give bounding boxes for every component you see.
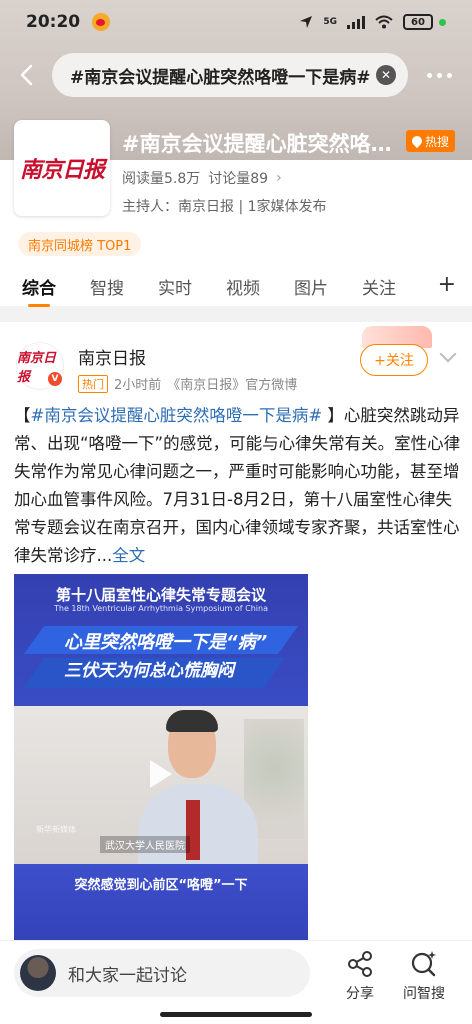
hot-tag: 热门	[78, 374, 108, 393]
hot-pin-icon	[409, 133, 425, 149]
section-divider	[0, 312, 472, 322]
video-subtitle-en: The 18th Ventricular Arrhythmia Symposiu…	[54, 604, 268, 613]
back-arrow-icon	[20, 64, 33, 86]
chevron-right-icon: ›	[276, 170, 282, 186]
post-meta: 热门 2小时前 《南京日报》官方微博	[78, 374, 297, 393]
home-indicator[interactable]	[160, 1012, 312, 1017]
more-options-button[interactable]	[427, 72, 452, 78]
status-time: 20:20	[26, 12, 81, 32]
signal-icon	[347, 15, 365, 29]
video-thumbnail[interactable]: 第十八届室性心律失常专题会议 The 18th Ventricular Arrh…	[14, 574, 308, 944]
video-caption: 突然感觉到心前区“咯噔”一下	[74, 878, 248, 893]
weibo-notification-icon	[92, 13, 111, 31]
post-time: 2小时前	[114, 378, 162, 393]
tab-following[interactable]: 关注	[362, 274, 396, 299]
tab-video[interactable]: 视频	[226, 274, 260, 299]
tab-comprehensive[interactable]: 综合	[22, 274, 56, 307]
topic-stats[interactable]: 阅读量5.8万 讨论量89 ›	[122, 168, 282, 188]
post-body: 】心脏突然跳动异常、出现“咯噔一下”的感觉，可能与心律失常有关。室性心律失常作为…	[14, 406, 461, 565]
discussion-count: 讨论量89	[208, 171, 269, 187]
ask-label: 问智搜	[403, 986, 445, 1002]
battery-dot-icon	[439, 18, 446, 26]
post-hashtag[interactable]: #南京会议提醒心脏突然咯噔一下是病#	[31, 406, 323, 425]
play-icon[interactable]	[150, 760, 172, 788]
location-icon	[300, 16, 313, 28]
tab-bar: 综合 智搜 实时 视频 图片 关注 +	[0, 266, 472, 307]
topic-host[interactable]: 主持人：南京日报 | 1家媒体发布	[122, 196, 327, 216]
full-text-link[interactable]: 全文	[112, 546, 145, 565]
topic-logo-text: 南京日报	[19, 157, 105, 183]
author-name[interactable]: 南京日报	[78, 344, 146, 369]
speaker-hair	[166, 710, 218, 732]
comment-placeholder: 和大家一起讨论	[68, 965, 187, 986]
topic-logo: 南京日报	[14, 120, 110, 216]
follow-button[interactable]: +关注	[360, 344, 428, 376]
share-button[interactable]: 分享	[330, 949, 390, 1009]
video-title: 第十八届室性心律失常专题会议	[55, 586, 266, 604]
tab-images[interactable]: 图片	[294, 274, 328, 299]
chevron-down-icon[interactable]	[439, 345, 457, 363]
topic-title: #南京会议提醒心脏突然咯噔一下是病#	[122, 132, 402, 156]
clear-search-icon[interactable]: ✕	[376, 65, 396, 85]
share-icon	[348, 951, 372, 977]
tab-smart-search[interactable]: 智搜	[90, 274, 124, 299]
read-count: 阅读量5.8万	[122, 171, 201, 187]
post-source: 《南京日报》官方微博	[167, 378, 298, 393]
back-button[interactable]	[0, 52, 52, 98]
weibo-post: 南京日报 V 南京日报 热门 2小时前 《南京日报》官方微博 +关注 【#南京会…	[0, 322, 472, 944]
add-tab-icon[interactable]: +	[438, 272, 456, 297]
battery-indicator: 60	[403, 14, 446, 30]
video-watermark: 新华新媒体	[36, 825, 76, 834]
banner-line-2: 三伏天为何总心慌胸闷	[64, 661, 234, 681]
tab-realtime[interactable]: 实时	[158, 274, 192, 299]
hot-badge-label: 热搜	[425, 134, 450, 149]
smart-search-icon	[411, 951, 436, 977]
user-avatar	[20, 955, 56, 991]
hot-search-badge[interactable]: 热搜	[406, 130, 456, 152]
video-banner: 心里突然咯噔一下是“病” 三伏天为何总心慌胸闷	[24, 626, 298, 696]
wifi-icon	[375, 15, 393, 29]
share-label: 分享	[346, 986, 374, 1002]
search-query: #南京会议提醒心脏突然咯噔一下是病#	[70, 67, 371, 88]
search-row: #南京会议提醒心脏突然咯噔一下是病# ✕	[0, 52, 472, 98]
ask-smart-search-button[interactable]: 问智搜	[394, 949, 454, 1009]
status-bar: 20:20 5G 60	[0, 0, 472, 44]
hospital-caption: 武汉大学人民医院	[100, 836, 190, 853]
banner-line-1: 心里突然咯噔一下是“病”	[64, 632, 268, 653]
verified-icon: V	[46, 370, 64, 388]
comment-input[interactable]: 和大家一起讨论	[14, 949, 310, 997]
post-text: 【#南京会议提醒心脏突然咯噔一下是病# 】心脏突然跳动异常、出现“咯噔一下”的感…	[14, 402, 462, 570]
network-type: 5G	[323, 17, 337, 27]
battery-level: 60	[403, 14, 433, 30]
rank-chip[interactable]: 南京同城榜 TOP1	[18, 232, 142, 256]
post-text-open: 【	[14, 406, 31, 425]
search-input[interactable]: #南京会议提醒心脏突然咯噔一下是病# ✕	[52, 53, 408, 97]
